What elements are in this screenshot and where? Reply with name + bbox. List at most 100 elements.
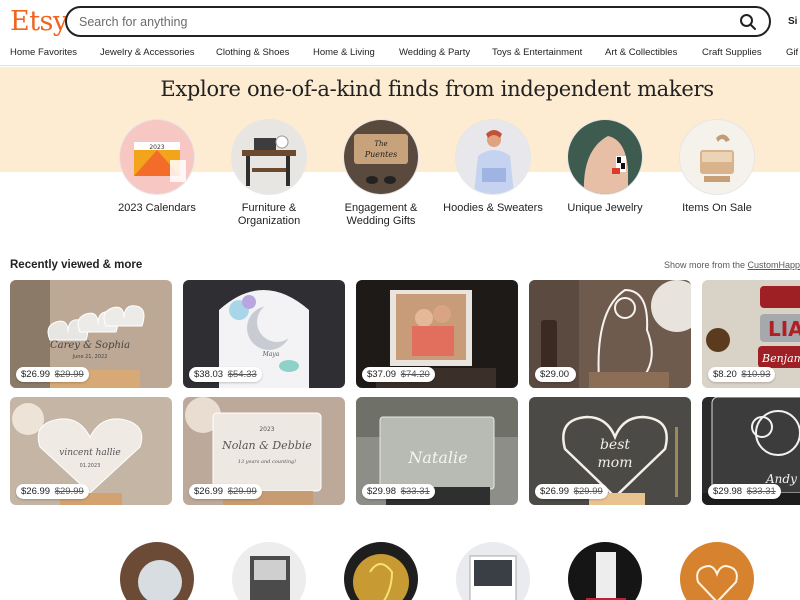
price: $29.98: [713, 486, 743, 497]
category-jewelry[interactable]: Unique Jewelry: [550, 120, 660, 215]
category-nav: Home Favorites Jewelry & Accessories Clo…: [0, 45, 800, 61]
hero-title: Explore one-of-a-kind finds from indepen…: [160, 77, 714, 101]
price: $26.99: [194, 486, 224, 497]
category-label: Hoodies & Sweaters: [443, 202, 543, 214]
product-card[interactable]: $29.00: [529, 280, 691, 388]
category-wedding-gifts[interactable]: The Puentes Engagement & Wedding Gifts: [326, 120, 436, 228]
category-label: 2023 Calendars: [118, 202, 196, 214]
product-card[interactable]: 2023 Nolan & Debbie 13 years and countin…: [183, 397, 345, 505]
category-label: Unique Jewelry: [567, 202, 643, 214]
shop-item-circle[interactable]: [680, 542, 754, 600]
price: $26.99: [21, 369, 51, 380]
price-tag: $26.99 $29.99: [16, 484, 89, 499]
nav-item-toys[interactable]: Toys & Entertainment: [492, 47, 582, 58]
show-more-prefix: Show more from the: [664, 260, 748, 270]
card-engraving: LIA: [768, 317, 800, 341]
card-engraving: Natalie: [407, 448, 467, 467]
price: $37.09: [367, 369, 397, 380]
original-price: $29.99: [227, 486, 257, 497]
price: $29.00: [540, 369, 570, 380]
original-price: $29.99: [54, 486, 84, 497]
nav-item-home-living[interactable]: Home & Living: [313, 47, 375, 58]
shop-item-circle[interactable]: [232, 542, 306, 600]
product-card[interactable]: $37.09 $74.20: [356, 280, 518, 388]
sign-in-link[interactable]: Si: [788, 16, 797, 27]
nav-item-home-favorites[interactable]: Home Favorites: [10, 47, 77, 58]
hoodies-image: [456, 120, 530, 194]
nav-item-art[interactable]: Art & Collectibles: [605, 47, 677, 58]
original-price: $33.31: [746, 486, 776, 497]
card-engraving: Nolan & Debbie: [221, 439, 312, 452]
original-price: $10.93: [741, 369, 771, 380]
original-price: $29.99: [573, 486, 603, 497]
wedding-gifts-image: The Puentes: [344, 120, 418, 194]
product-card[interactable]: Andy $29.98 $33.31: [702, 397, 800, 505]
price-tag: $38.03 $54.33: [189, 367, 262, 382]
search-bar: [65, 6, 771, 37]
nav-item-jewelry[interactable]: Jewelry & Accessories: [100, 47, 195, 58]
calendars-image: 2023: [120, 120, 194, 194]
price: $26.99: [21, 486, 51, 497]
category-furniture[interactable]: Furniture & Organization: [214, 120, 324, 228]
category-calendars[interactable]: 2023 2023 Calendars: [102, 120, 212, 215]
price: $26.99: [540, 486, 570, 497]
price-tag: $26.99 $29.99: [535, 484, 608, 499]
product-card[interactable]: Carey & Sophia June 21, 2022 $26.99 $29.…: [10, 280, 172, 388]
nav-item-craft[interactable]: Craft Supplies: [702, 47, 762, 58]
search-icon[interactable]: [739, 13, 757, 31]
etsy-logo[interactable]: Etsy: [10, 6, 68, 37]
product-card[interactable]: LIA Benjamin $8.20 $10.93: [702, 280, 800, 388]
card-engraving: Benjamin: [761, 352, 800, 365]
calendar-year-text: 2023: [149, 144, 164, 151]
category-label: Furniture & Organization: [237, 202, 301, 227]
original-price: $29.99: [54, 369, 84, 380]
card-engraving-date: June 21, 2022: [72, 354, 108, 360]
nav-item-clothing[interactable]: Clothing & Shoes: [216, 47, 289, 58]
shop-link[interactable]: CustomHapp: [748, 260, 800, 270]
original-price: $54.33: [227, 369, 257, 380]
category-on-sale[interactable]: Items On Sale: [662, 120, 772, 215]
category-hoodies[interactable]: Hoodies & Sweaters: [438, 120, 548, 215]
on-sale-image: [680, 120, 754, 194]
nav-item-gifts[interactable]: Gif: [786, 47, 798, 58]
shop-item-circle[interactable]: [120, 542, 194, 600]
original-price: $33.31: [400, 486, 430, 497]
product-card[interactable]: Natalie $29.98 $33.31: [356, 397, 518, 505]
product-card[interactable]: Maya $38.03 $54.33: [183, 280, 345, 388]
wedding-sign-text-2: Puentes: [364, 150, 397, 159]
product-card[interactable]: vincent hallie 01.2023 $26.99 $29.99: [10, 397, 172, 505]
price-tag: $37.09 $74.20: [362, 367, 435, 382]
price-tag: $29.98 $33.31: [362, 484, 435, 499]
card-engraving: Maya: [262, 351, 280, 358]
card-engraving-date: 01.2023: [80, 463, 101, 469]
wedding-sign-text-1: The: [374, 140, 387, 148]
price: $29.98: [367, 486, 397, 497]
product-card[interactable]: best mom $26.99 $29.99: [529, 397, 691, 505]
price-tag: $29.00: [535, 367, 577, 382]
price: $38.03: [194, 369, 224, 380]
card-engraving: 13 years and counting!: [238, 459, 297, 465]
show-more-text: Show more from the CustomHapp: [664, 260, 800, 270]
category-label: Engagement & Wedding Gifts: [344, 202, 418, 227]
card-engraving: 2023: [259, 426, 274, 433]
card-engraving: mom: [598, 455, 633, 471]
original-price: $74.20: [400, 369, 430, 380]
shop-item-circle[interactable]: [568, 542, 642, 600]
card-engraving: best: [600, 437, 630, 453]
price-tag: $8.20 $10.93: [708, 367, 776, 382]
search-input[interactable]: [79, 13, 719, 31]
furniture-image: [232, 120, 306, 194]
price-tag: $26.99 $29.99: [16, 367, 89, 382]
category-label: Items On Sale: [682, 202, 752, 214]
site-header: Etsy Si Home Favorites Jewelry & Accesso…: [0, 0, 800, 66]
price-tag: $26.99 $29.99: [189, 484, 262, 499]
card-engraving: Carey & Sophia: [50, 340, 130, 351]
recently-viewed-title: Recently viewed & more: [10, 259, 143, 271]
nav-item-wedding[interactable]: Wedding & Party: [399, 47, 470, 58]
price-tag: $29.98 $33.31: [708, 484, 781, 499]
shop-item-circle[interactable]: [344, 542, 418, 600]
card-engraving: vincent hallie: [59, 448, 121, 458]
price: $8.20: [713, 369, 737, 380]
shop-item-circle[interactable]: [456, 542, 530, 600]
jewelry-image: [568, 120, 642, 194]
